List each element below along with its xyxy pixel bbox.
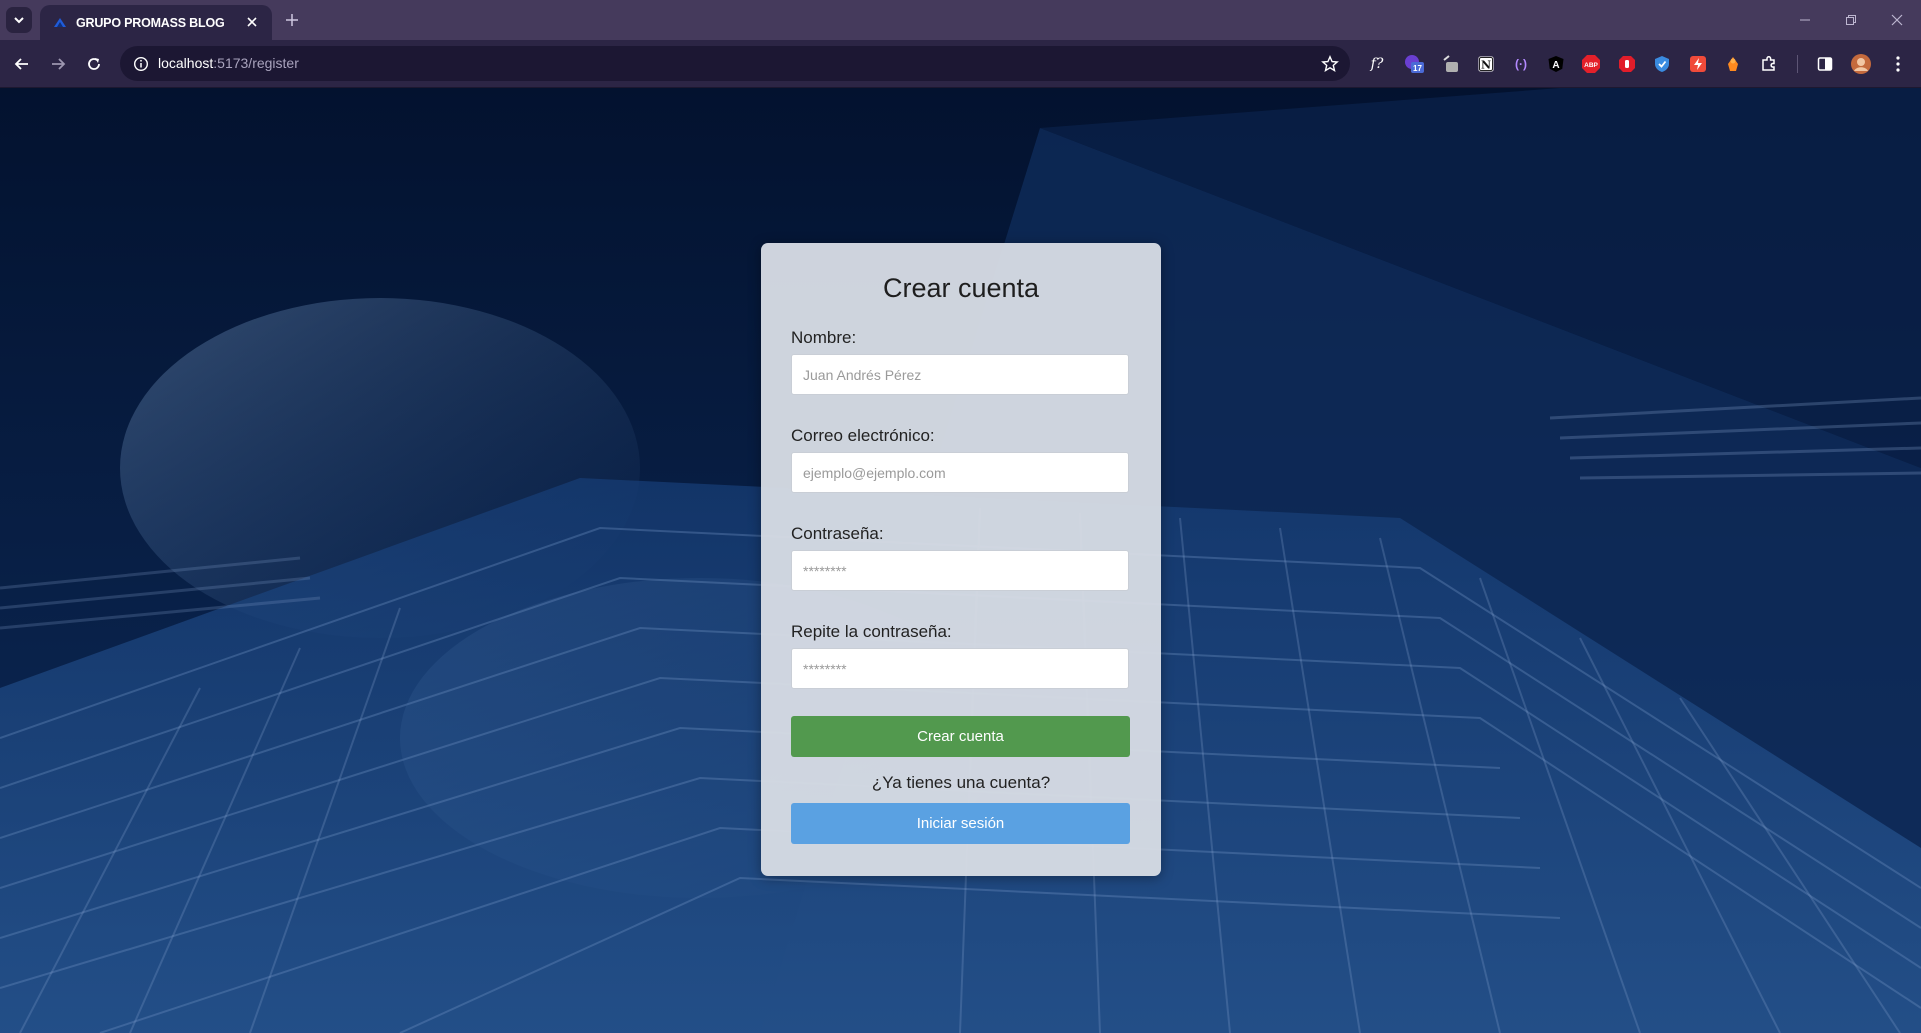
calendar-extension-label: 17 [1413,64,1422,73]
adblock-plus-extension-label: ABP [1584,62,1598,69]
register-form-card: Crear cuenta Nombre: Correo electrónico:… [761,243,1161,876]
adblock-plus-extension-icon[interactable]: ABP [1580,53,1602,75]
brackets-extension-label: (·) [1515,57,1527,71]
shield-extension-icon[interactable] [1651,53,1673,75]
browser-tab-active[interactable]: GRUPO PROMASS BLOG [40,5,272,40]
password-input[interactable] [791,550,1129,591]
tab-title: GRUPO PROMASS BLOG [76,15,225,30]
profile-avatar[interactable] [1850,53,1872,75]
brackets-extension-icon[interactable]: (·) [1510,53,1532,75]
side-panel-icon[interactable] [1814,53,1836,75]
formula-extension-label: f? [1370,56,1384,72]
toolbar-divider [1797,55,1798,73]
email-input[interactable] [791,452,1129,493]
login-button[interactable]: Iniciar sesión [791,803,1130,844]
browser-tab-bar: GRUPO PROMASS BLOG [0,0,1921,40]
stop-hand-extension-icon[interactable] [1616,53,1638,75]
url-host: localhost [158,55,214,71]
tab-search-button[interactable] [6,7,32,33]
camera-extension-icon[interactable] [1440,53,1462,75]
bookmark-star-icon[interactable] [1320,54,1340,74]
name-input[interactable] [791,354,1129,395]
minimize-window-icon[interactable] [1795,10,1815,30]
name-label: Nombre: [791,328,857,347]
site-info-icon[interactable] [132,55,150,73]
create-account-button[interactable]: Crear cuenta [791,716,1130,757]
more-menu-icon[interactable] [1887,53,1909,75]
back-arrow-icon[interactable] [10,52,34,76]
browser-toolbar: localhost:5173/register f? 17 N (·) A AB… [0,40,1921,88]
form-title: Crear cuenta [882,273,1040,303]
formula-extension-icon[interactable]: f? [1366,53,1388,75]
close-tab-icon[interactable] [244,14,260,30]
site-favicon-icon [52,15,68,31]
angular-extension-icon[interactable]: A [1545,53,1567,75]
confirm-password-input[interactable] [791,648,1129,689]
close-window-icon[interactable] [1887,10,1907,30]
bolt-extension-icon[interactable] [1687,53,1709,75]
chevron-down-icon [14,17,24,24]
register-page: Crear cuenta Nombre: Correo electrónico:… [0,88,1921,1033]
reload-icon[interactable] [82,52,106,76]
calendar-extension-icon[interactable]: 17 [1403,53,1425,75]
fox-extension-icon[interactable] [1722,53,1744,75]
password-label: Contraseña: [791,524,884,543]
email-label: Correo electrónico: [791,426,935,445]
notion-extension-label: N [1481,59,1491,72]
have-account-prompt: ¿Ya tienes una cuenta? [871,773,1051,792]
restore-window-icon[interactable] [1841,10,1861,30]
url-text[interactable]: localhost:5173/register [158,55,299,71]
new-tab-plus-icon[interactable] [282,10,302,30]
notion-extension-icon[interactable]: N [1475,53,1497,75]
address-bar[interactable]: localhost:5173/register [120,46,1350,81]
puzzle-extensions-icon[interactable] [1758,53,1780,75]
url-path: :5173/register [213,55,299,71]
confirm-password-label: Repite la contraseña: [791,622,952,641]
angular-extension-label: A [1552,60,1559,71]
forward-arrow-icon[interactable] [46,52,70,76]
